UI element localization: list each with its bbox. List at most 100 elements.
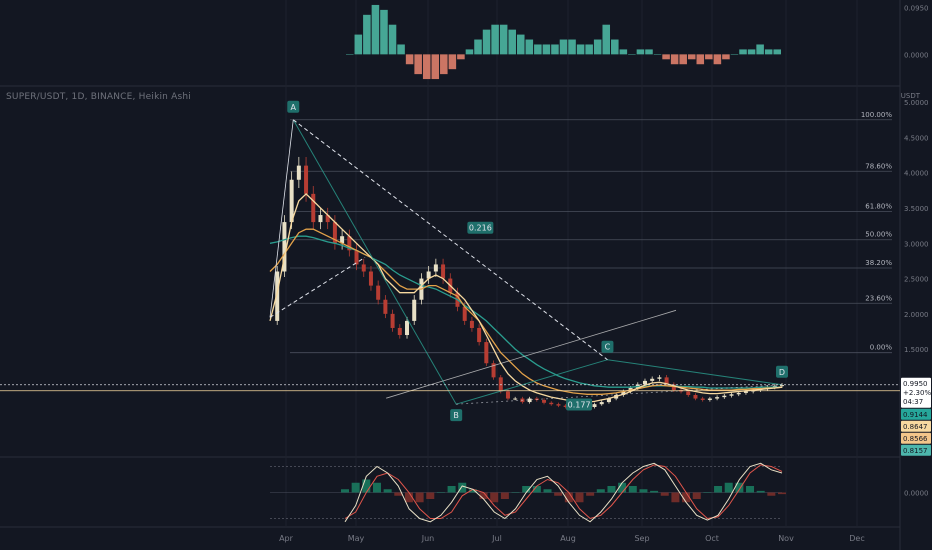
fib-level-label: 78.60% bbox=[865, 162, 892, 170]
macd-histogram-bar bbox=[448, 54, 457, 70]
oscillator-histogram-bar bbox=[490, 492, 499, 503]
candle-body bbox=[368, 271, 373, 286]
macd-histogram-bar bbox=[628, 54, 636, 55]
candle-body bbox=[549, 402, 554, 405]
price-tag-value: 0.8566 bbox=[903, 435, 928, 443]
pattern-point-label: C bbox=[605, 343, 611, 352]
macd-histogram-bar bbox=[354, 34, 363, 55]
macd-histogram-bar bbox=[371, 4, 380, 55]
macd-histogram-bar bbox=[346, 54, 354, 55]
macd-histogram-bar bbox=[662, 54, 670, 60]
price-y-tick: 4.0000 bbox=[904, 170, 929, 178]
macd-histogram-bar bbox=[388, 24, 397, 55]
oscillator-histogram-bar bbox=[724, 482, 733, 493]
candle-body bbox=[729, 394, 734, 396]
oscillator-histogram-bar bbox=[362, 479, 371, 493]
candle-body bbox=[433, 264, 438, 272]
candle-body bbox=[527, 398, 532, 403]
candle-body bbox=[542, 399, 547, 403]
candle-body bbox=[686, 391, 691, 396]
candle-body bbox=[405, 320, 410, 336]
ratio-label: 0.177 bbox=[568, 400, 591, 409]
oscillator-histogram-bar bbox=[351, 482, 360, 493]
oscillator-histogram-bar bbox=[415, 492, 424, 503]
oscillator-histogram-bar bbox=[554, 492, 563, 496]
chart-canvas[interactable]: 100.00% 78.60% 61.80% 50.00% 38.20% 23.60% 0.0… bbox=[0, 0, 932, 550]
currency-label: USDT bbox=[901, 92, 921, 100]
price-y-tick: 1.5000 bbox=[904, 346, 929, 354]
macd-histogram-bar bbox=[773, 49, 781, 55]
candle-body bbox=[397, 327, 402, 336]
candle-body bbox=[505, 391, 510, 399]
candle-body bbox=[412, 299, 417, 321]
oscillator-histogram-bar bbox=[778, 492, 786, 495]
fib-level-label: 100.00% bbox=[861, 111, 892, 119]
oscillator-histogram-bar bbox=[575, 492, 584, 503]
macd-histogram-bar bbox=[636, 49, 645, 55]
price-y-tick: 3.0000 bbox=[904, 240, 929, 248]
macd-histogram-bar bbox=[525, 39, 534, 55]
macd-histogram-bar bbox=[585, 44, 593, 55]
macd-histogram-bar bbox=[705, 54, 713, 60]
candle-body bbox=[477, 327, 482, 343]
candle-body bbox=[700, 398, 705, 400]
oscillator-histogram-bar bbox=[426, 492, 435, 499]
oscillator-histogram-bar bbox=[511, 492, 520, 493]
macd-histogram-bar bbox=[397, 44, 405, 55]
oscillator-histogram-bar bbox=[714, 486, 723, 493]
price-tag-value: 0.9144 bbox=[903, 411, 928, 419]
candle-body bbox=[650, 378, 655, 381]
price-tag-change: +2.30% bbox=[903, 389, 931, 397]
candle-body bbox=[592, 404, 597, 408]
macd-histogram-bar bbox=[645, 49, 653, 55]
ratio-label: 0.216 bbox=[469, 224, 492, 233]
macd-histogram-bar bbox=[696, 54, 705, 65]
candle-body bbox=[390, 313, 395, 328]
macd-histogram-bar bbox=[363, 14, 371, 55]
symbol-line: SUPER/USDT, 1D, BINANCE, Heikin Ashi bbox=[6, 92, 192, 102]
x-tick-label: Apr bbox=[279, 534, 294, 543]
oscillator-histogram-bar bbox=[660, 492, 669, 496]
oscillator-histogram-bar bbox=[746, 486, 755, 493]
x-tick-label: Jul bbox=[491, 534, 502, 543]
macd-histogram-bar bbox=[431, 54, 440, 80]
oscillator-histogram-bar bbox=[596, 489, 605, 493]
oscillator-histogram-bar bbox=[607, 486, 616, 493]
oscillator-y-tick: 0.0000 bbox=[904, 490, 929, 498]
macd-histogram-bar bbox=[764, 49, 773, 55]
oscillator-histogram-bar bbox=[703, 492, 712, 493]
x-tick-label: Dec bbox=[849, 534, 864, 543]
candle-body bbox=[715, 397, 720, 399]
candle-body bbox=[693, 395, 698, 399]
macd-histogram-bar bbox=[491, 24, 499, 55]
oscillator-histogram-bar bbox=[671, 492, 680, 503]
oscillator-histogram-bar bbox=[650, 490, 659, 493]
macd-histogram-bar bbox=[499, 24, 508, 55]
macd-histogram-bar bbox=[422, 54, 431, 80]
price-tag-value: 0.9950 bbox=[903, 380, 928, 388]
macd-histogram-bar bbox=[576, 44, 585, 55]
candle-body bbox=[722, 395, 727, 398]
macd-histogram-bar bbox=[508, 29, 516, 55]
fib-level-label: 50.00% bbox=[865, 231, 892, 239]
price-tag-value: 0.8647 bbox=[903, 423, 928, 431]
candle-body bbox=[304, 165, 309, 194]
macd-histogram-bar bbox=[687, 54, 696, 60]
macd-y-tick: 0.0000 bbox=[904, 51, 929, 59]
macd-histogram-bar bbox=[619, 49, 628, 55]
pattern-point-label: B bbox=[453, 411, 459, 420]
candle-body bbox=[599, 402, 604, 405]
candle-body bbox=[513, 398, 518, 400]
x-tick-label: Jun bbox=[421, 534, 435, 543]
candle-body bbox=[354, 250, 359, 265]
macd-histogram-bar bbox=[653, 54, 662, 55]
fib-level-label: 61.80% bbox=[865, 203, 892, 211]
chart-background bbox=[0, 0, 932, 550]
candle-body bbox=[296, 165, 301, 180]
candle-body bbox=[780, 385, 784, 387]
oscillator-histogram-bar bbox=[383, 489, 392, 493]
macd-histogram-bar bbox=[730, 54, 739, 55]
macd-histogram-bar bbox=[593, 39, 602, 55]
price-tag-countdown: 04:37 bbox=[903, 398, 923, 406]
macd-histogram-bar bbox=[534, 44, 542, 55]
